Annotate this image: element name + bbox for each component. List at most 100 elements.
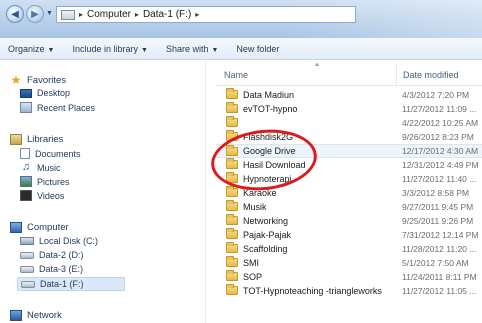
new-folder-button[interactable]: New folder (236, 44, 279, 54)
breadcrumb-data1[interactable]: Data-1 (F:) (143, 9, 191, 20)
organize-button[interactable]: Organize ▼ (8, 44, 54, 54)
nav-computer[interactable]: Computer (10, 222, 69, 233)
navigation-pane: ★ Favorites Desktop Recent Places Librar… (0, 61, 206, 323)
file-name: TOT-Hypnoteaching -triangleworks (243, 286, 382, 296)
table-row[interactable]: Scaffolding 11/28/2012 11:20 ... (216, 242, 482, 256)
nav-computer-label: Computer (27, 222, 69, 233)
table-row[interactable]: SOP 11/24/2011 8:11 PM (216, 270, 482, 284)
local-disk-icon (20, 237, 34, 245)
drive-icon (20, 265, 34, 273)
folder-icon (226, 284, 238, 295)
table-row[interactable]: 4/22/2012 10:25 AM (216, 116, 482, 130)
file-date: 3/3/2012 8:58 PM (402, 188, 470, 198)
header-divider (216, 85, 482, 86)
folder-icon (226, 145, 238, 156)
desktop-icon (20, 88, 32, 98)
sort-ascending-icon: ▲ (314, 62, 320, 68)
table-row[interactable]: Karaoke 3/3/2012 8:58 PM (216, 186, 482, 200)
nav-documents[interactable]: Documents (20, 148, 81, 159)
folder-icon (226, 158, 238, 169)
breadcrumb-separator-icon[interactable]: ▸ (195, 10, 199, 19)
nav-videos[interactable]: Videos (20, 190, 64, 201)
file-date: 11/28/2012 11:20 ... (402, 244, 477, 254)
recent-pages-dropdown-icon[interactable]: ▼ (46, 10, 53, 17)
file-name: Hasil Download (243, 160, 306, 170)
chevron-down-icon: ▼ (141, 46, 148, 54)
nav-libraries[interactable]: Libraries (10, 134, 63, 145)
include-in-library-button[interactable]: Include in library ▼ (72, 44, 147, 54)
file-name: Musik (243, 202, 267, 212)
organize-label: Organize (8, 43, 45, 54)
folder-icon (226, 228, 238, 239)
folder-icon (226, 172, 238, 183)
file-date: 9/27/2011 9:45 PM (402, 202, 474, 212)
share-label: Share with (165, 43, 209, 54)
table-row[interactable]: Hasil Download 12/31/2012 4:49 PM (216, 158, 482, 172)
column-header-date-modified[interactable]: Date modified (396, 65, 482, 85)
folder-icon (226, 88, 238, 99)
folder-icon (226, 130, 238, 141)
file-name: Scaffolding (243, 244, 288, 254)
table-row[interactable]: Data Madiun 4/3/2012 7:20 PM (216, 88, 482, 102)
share-with-button[interactable]: Share with ▼ (166, 44, 218, 54)
folder-icon (226, 242, 238, 253)
table-row[interactable]: evTOT-hypno 11/27/2012 11:09 ... (216, 102, 482, 116)
favorites-star-icon: ★ (10, 73, 22, 87)
forward-arrow-icon: ▶ (31, 8, 39, 20)
breadcrumb-separator-icon[interactable]: ▸ (79, 10, 83, 19)
network-icon (10, 310, 22, 321)
folder-icon (226, 116, 238, 127)
file-date: 5/1/2012 7:50 AM (402, 258, 469, 268)
libraries-icon (10, 134, 22, 145)
back-button[interactable]: ◀ (6, 5, 24, 23)
table-row[interactable]: Hypnoterapi 11/27/2012 11:40 ... (216, 172, 482, 186)
file-name: Google Drive (243, 146, 296, 156)
nav-localdisk-label: Local Disk (C:) (39, 236, 99, 246)
table-row[interactable]: Flashdisk2G 9/26/2012 8:23 PM (216, 130, 482, 144)
nav-desktop-label: Desktop (37, 88, 71, 98)
computer-icon (10, 222, 22, 233)
file-date: 4/3/2012 7:20 PM (402, 90, 470, 100)
file-name: Networking (243, 216, 289, 226)
nav-data-3-e[interactable]: Data-3 (E:) (20, 264, 83, 274)
file-name: Hypnoterapi (243, 174, 292, 184)
nav-favorites[interactable]: ★ Favorites (10, 73, 66, 87)
drive-icon (20, 251, 34, 259)
nav-data1-label: Data-1 (F:) (40, 279, 84, 289)
nav-music[interactable]: ♫ Music (20, 162, 61, 173)
nav-documents-label: Documents (35, 148, 81, 159)
column-name-label: Name (224, 70, 249, 80)
documents-icon (20, 148, 30, 159)
column-date-label: Date modified (403, 70, 459, 80)
folder-icon (226, 256, 238, 267)
column-header-name[interactable]: Name (224, 65, 394, 85)
file-date: 11/27/2012 11:05 ... (402, 286, 477, 296)
file-date: 11/24/2011 8:11 PM (402, 272, 477, 282)
nav-network-label: Network (27, 310, 62, 321)
nav-network[interactable]: Network (10, 310, 62, 321)
file-date: 9/25/2011 9:26 PM (402, 216, 474, 226)
breadcrumb-separator-icon[interactable]: ▸ (135, 10, 139, 19)
nav-local-disk-c[interactable]: Local Disk (C:) (20, 236, 98, 246)
nav-data-1-f[interactable]: Data-1 (F:) (17, 277, 125, 291)
file-date: 4/22/2012 10:25 AM (402, 118, 479, 128)
folder-icon (226, 200, 238, 211)
nav-desktop[interactable]: Desktop (20, 88, 70, 98)
forward-button[interactable]: ▶ (26, 5, 44, 23)
nav-recent-places[interactable]: Recent Places (20, 102, 95, 113)
file-date: 12/17/2012 4:30 AM (402, 146, 479, 156)
table-row[interactable]: Networking 9/25/2011 9:26 PM (216, 214, 482, 228)
recent-places-icon (20, 102, 32, 113)
nav-pictures[interactable]: Pictures (20, 176, 70, 187)
table-row[interactable]: Google Drive 12/17/2012 4:30 AM (216, 144, 482, 158)
breadcrumb-computer[interactable]: Computer (87, 9, 131, 20)
table-row[interactable]: SMI 5/1/2012 7:50 AM (216, 256, 482, 270)
table-row[interactable]: TOT-Hypnoteaching -triangleworks 11/27/2… (216, 284, 482, 298)
table-row[interactable]: Musik 9/27/2011 9:45 PM (216, 200, 482, 214)
file-date: 12/31/2012 4:49 PM (402, 160, 479, 170)
table-row[interactable]: Pajak-Pajak 7/31/2012 12:14 PM (216, 228, 482, 242)
file-name: Data Madiun (243, 90, 295, 100)
nav-data-2-d[interactable]: Data-2 (D:) (20, 250, 84, 260)
address-bar[interactable]: ▸ Computer ▸ Data-1 (F:) ▸ (56, 6, 356, 23)
videos-icon (20, 190, 32, 201)
